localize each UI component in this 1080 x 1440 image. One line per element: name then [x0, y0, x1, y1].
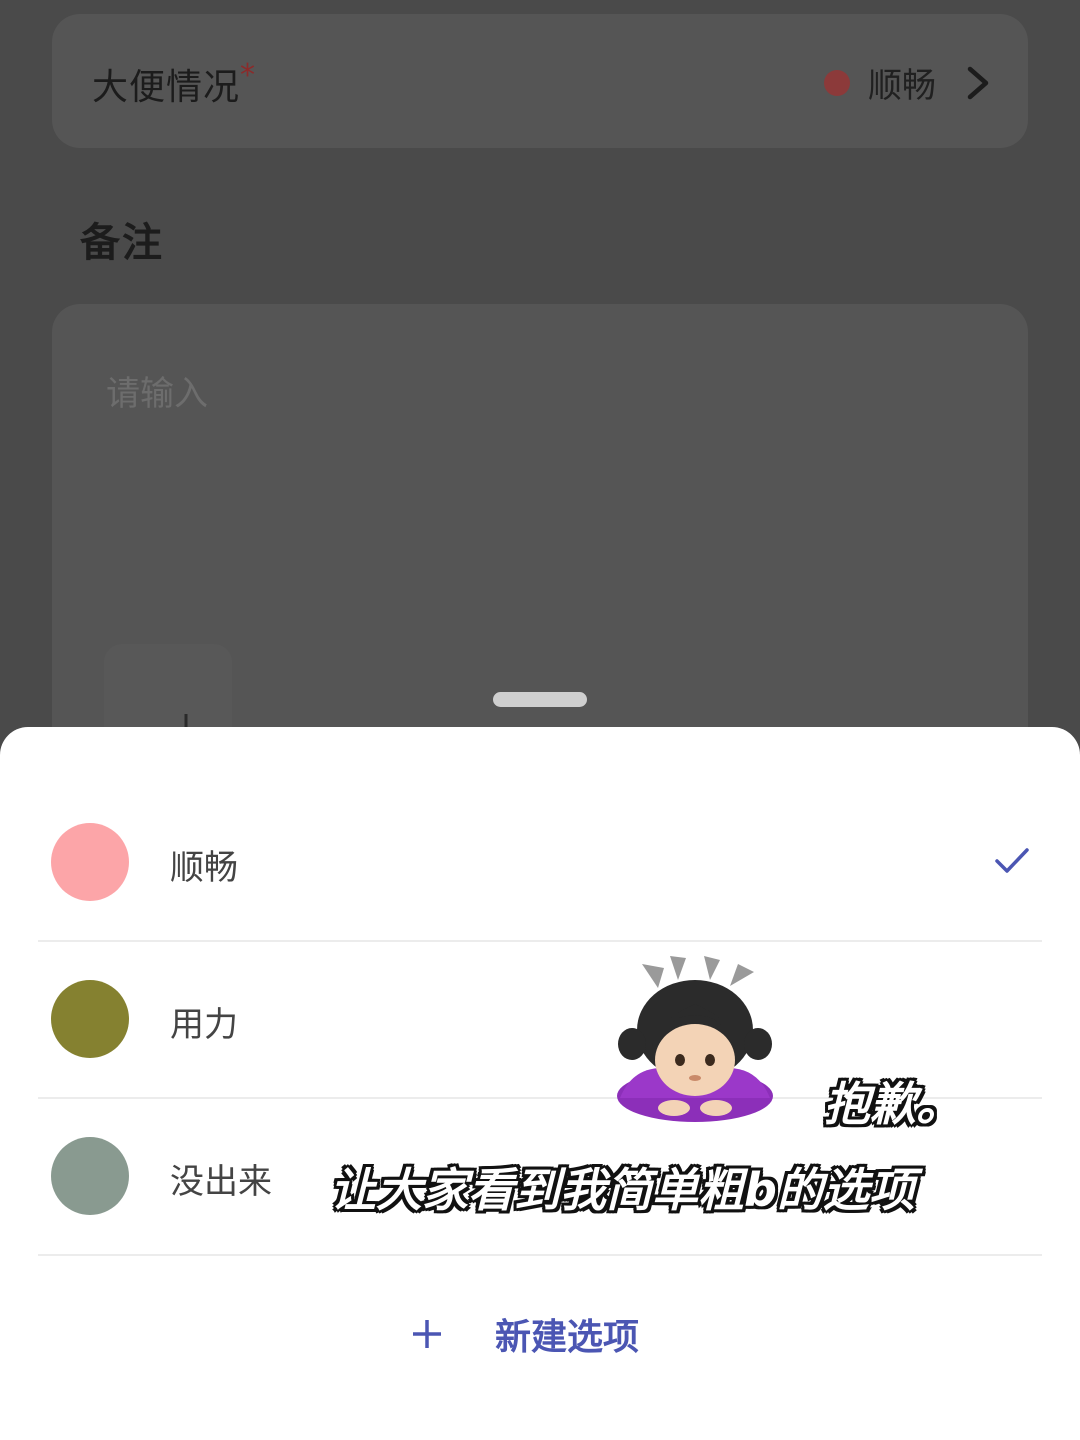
option-label: 用力: [170, 1005, 238, 1045]
required-mark: *: [240, 58, 257, 93]
option-color-swatch: [51, 823, 129, 901]
sheet-drag-handle[interactable]: [493, 692, 587, 707]
option-color-swatch: [51, 980, 129, 1058]
caption-subtitle: 让大家看到我简单粗b的选项: [330, 1163, 915, 1217]
person-bowing-icon: [617, 956, 773, 1122]
stool-condition-value-text: 顺畅: [868, 66, 936, 106]
stool-condition-label: 大便情况*: [92, 58, 256, 110]
option-label: 没出来: [170, 1162, 272, 1202]
option-row-smooth[interactable]: 顺畅: [38, 784, 1042, 942]
new-option-label: 新建选项: [494, 1317, 639, 1358]
new-option-button[interactable]: 新建选项: [0, 1296, 1080, 1372]
stool-condition-text: 大便情况: [92, 67, 241, 108]
stool-condition-value[interactable]: 顺畅: [824, 58, 990, 107]
value-color-dot: [824, 69, 850, 96]
chevron-right-icon: [967, 66, 989, 99]
caption-apology: 抱歉。: [824, 1077, 962, 1131]
check-icon: [995, 848, 1029, 873]
notes-input[interactable]: 请输入: [106, 366, 208, 415]
option-label: 顺畅: [170, 848, 238, 888]
option-color-swatch: [51, 1137, 129, 1215]
notes-heading: 备注: [80, 220, 164, 266]
plus-icon: [412, 1320, 441, 1348]
